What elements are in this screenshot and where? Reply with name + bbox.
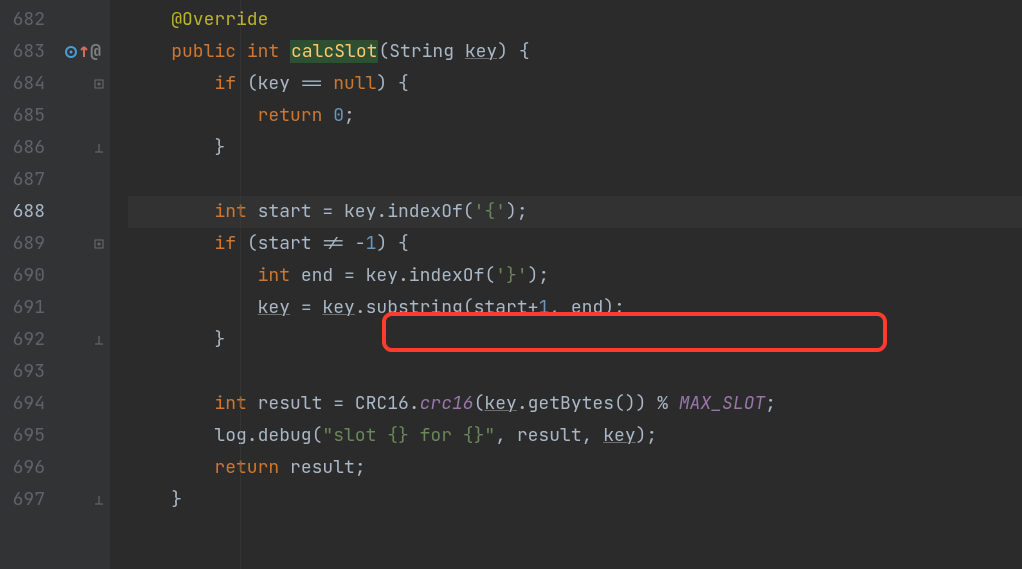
line-number: 685 (0, 100, 45, 132)
code-line[interactable]: if (start != -1) { (128, 228, 1022, 260)
line-number: 692 (0, 324, 45, 356)
code-line[interactable]: key = key.substring(start+1, end); (128, 292, 1022, 324)
line-number: 696 (0, 452, 45, 484)
code-line[interactable]: int start = key.indexOf('{'); (128, 196, 1022, 228)
line-number: 691 (0, 292, 45, 324)
line-number: 697 (0, 484, 45, 516)
arrow-up-icon (80, 46, 88, 58)
code-line[interactable]: @Override (128, 4, 1022, 36)
line-number: 689 (0, 228, 45, 260)
code-line[interactable]: int end = key.indexOf('}'); (128, 260, 1022, 292)
line-number: 683 (0, 36, 45, 68)
code-line[interactable]: } (128, 132, 1022, 164)
code-editor[interactable]: 682 683 684 685 686 687 688 689 690 691 … (0, 0, 1022, 569)
code-line[interactable] (128, 356, 1022, 388)
line-number: 690 (0, 260, 45, 292)
code-line[interactable] (128, 164, 1022, 196)
at-icon: @ (90, 36, 101, 68)
fold-end-icon[interactable] (55, 484, 110, 516)
code-line[interactable]: return result; (128, 452, 1022, 484)
code-line[interactable]: } (128, 484, 1022, 516)
fold-end-icon[interactable] (55, 132, 110, 164)
line-number: 694 (0, 388, 45, 420)
code-line[interactable]: if (key == null) { (128, 68, 1022, 100)
override-gutter-icon[interactable] (64, 45, 78, 59)
line-number: 693 (0, 356, 45, 388)
code-line[interactable]: log.debug("slot {} for {}", result, key)… (128, 420, 1022, 452)
line-number: 684 (0, 68, 45, 100)
fold-toggle-icon[interactable] (55, 228, 110, 260)
line-number: 687 (0, 164, 45, 196)
editor-content[interactable]: @Override public int calcSlot(String key… (110, 0, 1022, 569)
fold-end-icon[interactable] (55, 324, 110, 356)
line-number: 682 (0, 4, 45, 36)
code-line[interactable]: return 0; (128, 100, 1022, 132)
line-number: 695 (0, 420, 45, 452)
line-number: 686 (0, 132, 45, 164)
code-line[interactable]: public int calcSlot(String key) { (128, 36, 1022, 68)
gutter-markers: @ (55, 0, 110, 569)
fold-toggle-icon[interactable] (55, 68, 110, 100)
line-number: 688 (0, 196, 45, 228)
line-number-gutter: 682 683 684 685 686 687 688 689 690 691 … (0, 0, 55, 569)
code-line[interactable]: int result = CRC16.crc16(key.getBytes())… (128, 388, 1022, 420)
code-line[interactable]: } (128, 324, 1022, 356)
